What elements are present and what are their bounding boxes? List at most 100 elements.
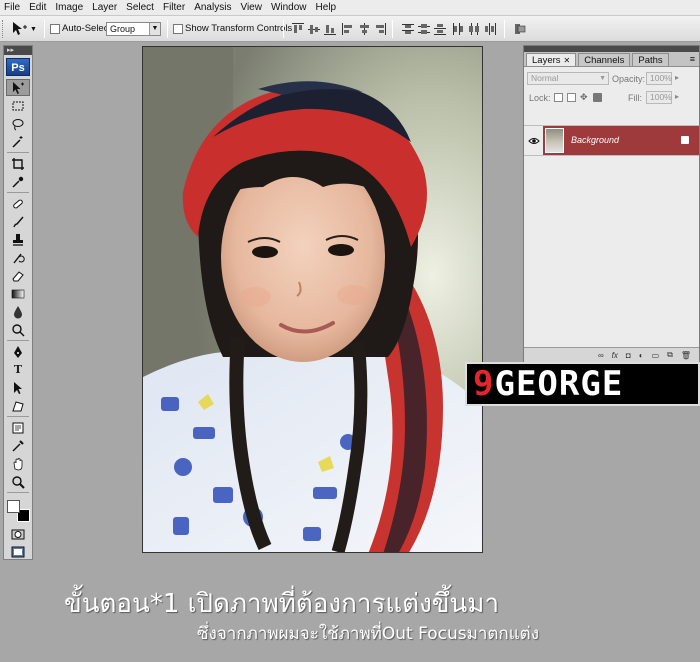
menu-file[interactable]: File [4,2,20,13]
screen-mode-icon [11,546,25,557]
gradient-tool[interactable] [6,285,30,302]
chevron-right-icon[interactable]: ▸ [675,92,679,101]
menu-select[interactable]: Select [126,2,154,13]
align-bottom-icon[interactable] [324,23,336,35]
panel-menu-icon[interactable]: ≡ [690,54,695,64]
brush-tool[interactable] [6,213,30,230]
blend-mode-dropdown[interactable]: Normal ▼ [527,72,609,85]
distribute-vcenter-icon[interactable] [418,23,430,35]
note-icon [12,422,24,433]
eye-icon[interactable] [528,135,540,147]
lock-position-icon[interactable]: ✥ [580,93,589,102]
trash-icon[interactable]: 🗑 [681,351,691,360]
marquee-tool[interactable] [6,97,30,114]
clone-stamp-tool[interactable] [6,231,30,248]
photoshop-logo: Ps [6,58,30,76]
document-canvas[interactable] [142,46,483,553]
align-right-icon[interactable] [374,23,386,35]
tab-layers[interactable]: Layers ✕ [526,53,577,66]
healing-brush-tool[interactable] [6,195,30,212]
brush-icon [13,216,24,227]
lock-icon [681,136,689,144]
options-bar-grip[interactable] [2,20,5,38]
path-select-icon [14,381,22,394]
auto-align-icon[interactable] [514,23,526,35]
align-left-icon[interactable] [342,23,354,35]
distribute-hcenter-icon[interactable] [468,23,480,35]
auto-select-checkbox[interactable] [50,24,60,34]
path-selection-tool[interactable] [6,379,30,396]
hand-tool[interactable] [6,455,30,472]
tab-paths[interactable]: Paths [632,53,669,66]
menu-help[interactable]: Help [316,2,337,13]
chevron-down-icon: ▼ [30,25,37,33]
link-icon[interactable]: ∞ [598,351,604,360]
screen-mode-tool[interactable] [6,543,30,560]
opacity-value: 100% [650,73,672,83]
menu-analysis[interactable]: Analysis [194,2,231,13]
menu-filter[interactable]: Filter [163,2,185,13]
fill-value: 100% [650,92,672,102]
magnifier-icon [12,475,25,489]
mask-icon[interactable]: ◘ [626,351,631,360]
shape-tool[interactable] [6,397,30,414]
tool-preset-picker[interactable]: ▼ [10,20,42,38]
close-icon[interactable]: ✕ [564,56,571,65]
logo-digit: 9 [473,364,495,404]
stamp-icon [13,233,23,246]
options-separator [44,20,45,38]
lock-transparent-icon[interactable] [554,93,563,102]
fill-field[interactable]: 100% [646,91,672,104]
menu-image[interactable]: Image [55,2,83,13]
options-separator [167,20,168,38]
new-layer-icon[interactable]: ⧉ [667,350,673,360]
align-top-icon[interactable] [292,23,304,35]
chevron-right-icon[interactable]: ▸ [675,73,679,82]
crop-tool[interactable] [6,155,30,172]
opacity-field[interactable]: 100% [646,72,672,85]
distribute-bottom-icon[interactable] [434,23,446,35]
foreground-color-swatch[interactable] [7,500,20,513]
menu-view[interactable]: View [240,2,262,13]
dodge-tool[interactable] [6,321,30,338]
lock-label: Lock: [529,93,551,103]
eyedropper-sample-tool[interactable] [6,437,30,454]
tab-channels[interactable]: Channels [578,53,631,66]
history-brush-icon [13,253,25,263]
gradient-icon [11,289,25,298]
menu-window[interactable]: Window [271,2,307,13]
menu-layer[interactable]: Layer [92,2,117,13]
distribute-left-icon[interactable] [452,23,464,35]
lasso-tool[interactable] [6,115,30,132]
lock-all-icon[interactable] [593,93,602,102]
auto-select-dropdown[interactable]: Group ▼ [106,22,161,36]
notes-tool[interactable] [6,419,30,436]
adjustment-icon[interactable]: ◐ [639,351,644,360]
quick-mask-tool[interactable] [6,525,30,542]
blur-tool[interactable] [6,303,30,320]
distribute-top-icon[interactable] [402,23,414,35]
eyedropper-tool[interactable] [6,173,30,190]
fx-icon[interactable]: fx [612,351,618,360]
zoom-tool[interactable] [6,473,30,490]
color-swatches[interactable] [6,496,30,522]
show-transform-checkbox[interactable] [173,24,183,34]
align-vcenter-icon[interactable] [308,23,320,35]
menu-edit[interactable]: Edit [29,2,46,13]
type-tool[interactable]: T [6,361,30,378]
eraser-tool[interactable] [6,267,30,284]
shape-icon [12,400,24,411]
lock-pixels-icon[interactable] [567,93,576,102]
magic-wand-tool[interactable] [6,133,30,150]
move-tool-icon [13,22,27,35]
history-brush-tool[interactable] [6,249,30,266]
fill-label: Fill: [628,93,642,103]
move-tool[interactable] [6,79,30,96]
pen-tool[interactable] [6,343,30,360]
toolbox-header[interactable]: ▸▸ [4,46,32,55]
layer-row-background[interactable]: Background [524,125,699,156]
align-hcenter-icon[interactable] [358,23,370,35]
menu-bar: File Edit Image Layer Select Filter Anal… [0,0,700,16]
distribute-right-icon[interactable] [484,23,496,35]
group-icon[interactable]: ▭ [652,351,660,360]
